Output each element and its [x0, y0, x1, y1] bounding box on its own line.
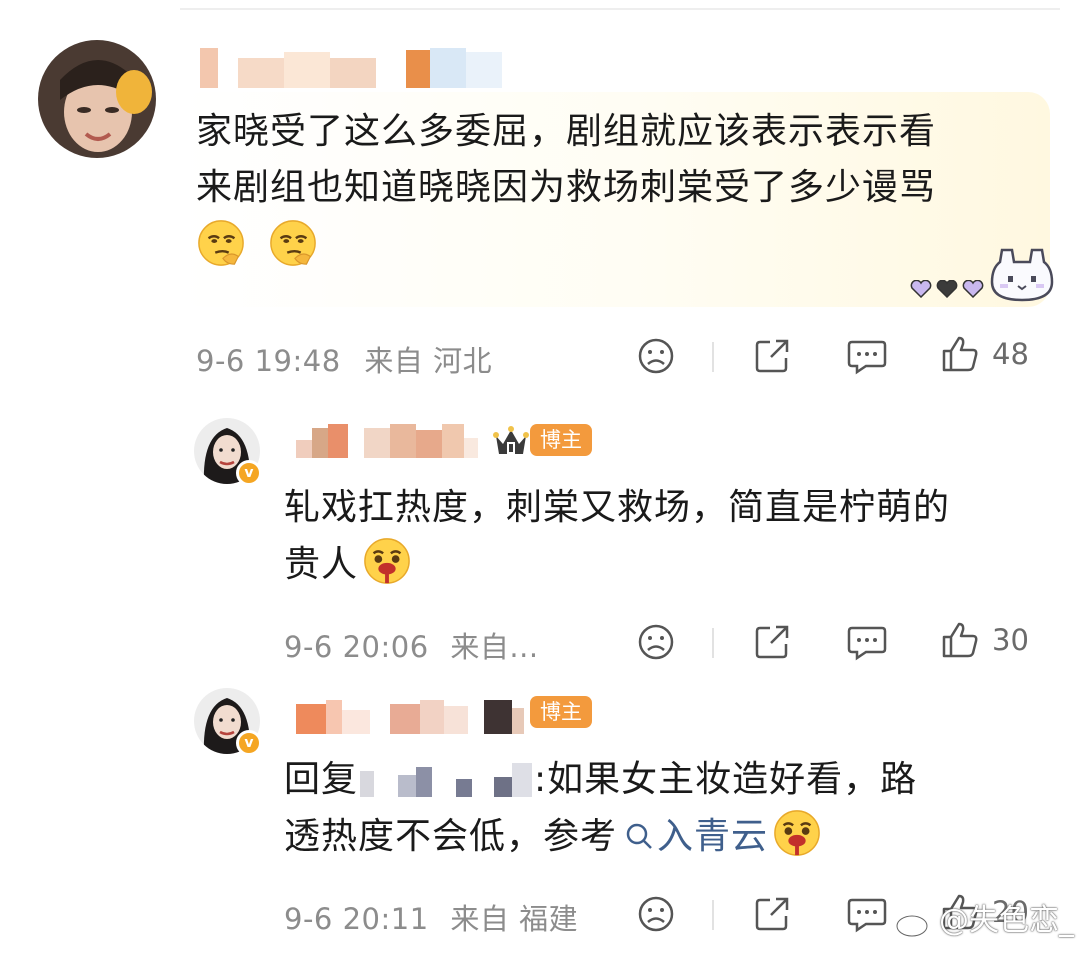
drooling-face-icon [364, 538, 410, 584]
dislike-button[interactable] [636, 622, 676, 662]
heart-icon [910, 280, 932, 298]
frown-face-icon [638, 896, 674, 932]
share-button[interactable] [752, 336, 792, 376]
reply-prefix: 回复 [284, 759, 359, 800]
smirk-hand-face-icon [198, 220, 244, 266]
share-button[interactable] [752, 894, 792, 934]
blurred-username[interactable] [296, 424, 478, 458]
dislike-button[interactable] [636, 336, 676, 376]
comment-meta: 9-6 20:11 来自 福建 [284, 896, 578, 938]
verified-badge: v [236, 730, 262, 756]
comment-time: 9-6 19:48 [196, 344, 341, 378]
comment-text-line: 轧戏扛热度，刺棠又救场，简直是柠萌的 [284, 487, 951, 528]
comment-text-line: 来剧组也知道晓晓因为救场刺棠受了多少谩骂 [196, 167, 937, 208]
comment-icon [847, 340, 887, 375]
action-divider [712, 628, 714, 658]
dislike-button[interactable] [636, 894, 676, 934]
comment-text-line: 透热度不会低，参考 [284, 816, 618, 857]
search-icon [626, 823, 652, 849]
share-icon [755, 625, 789, 659]
bubble-decoration-hearts [910, 280, 984, 298]
bunny-sticker-icon [990, 248, 1054, 302]
share-icon [755, 339, 789, 373]
comment-location: 来自... [450, 630, 539, 664]
blogger-badge: 博主 [530, 696, 592, 728]
smirk-hand-face-icon [270, 220, 317, 266]
share-icon [755, 897, 789, 931]
search-link-text: 入青云 [657, 816, 769, 857]
like-count: 30 [992, 623, 1029, 657]
comment-time: 9-6 20:11 [284, 902, 429, 936]
drooling-face-icon [774, 810, 820, 856]
frown-face-icon [638, 624, 674, 660]
comment-icon [847, 626, 887, 661]
blogger-badge: 博主 [530, 424, 592, 456]
comment-location: 来自 福建 [450, 902, 579, 936]
search-link[interactable]: 入青云 [617, 816, 768, 857]
reply-text: :如果女主妆造好看，路 [534, 759, 918, 800]
crown-level-icon [493, 426, 529, 454]
comment-text: 轧戏扛热度，刺棠又救场，简直是柠萌的 贵人 [284, 480, 1044, 593]
blurred-username[interactable] [296, 700, 524, 734]
heart-icon [962, 280, 984, 298]
verified-badge: v [236, 460, 262, 486]
heart-icon [936, 280, 958, 298]
blurred-reply-target[interactable] [360, 763, 533, 797]
comment-time: 9-6 20:06 [284, 630, 429, 664]
comment-meta: 9-6 20:06 来自... [284, 624, 539, 666]
action-divider [712, 342, 714, 372]
comment-button[interactable] [846, 336, 888, 376]
commenter-avatar[interactable] [38, 40, 156, 158]
blurred-username[interactable] [200, 48, 502, 88]
weibo-watermark: @失色恋_ [895, 895, 1074, 939]
watermark-text: @失色恋_ [939, 903, 1074, 938]
comment-icon [847, 898, 887, 933]
like-button[interactable]: 30 [940, 620, 1029, 660]
comment-text-line: 家晓受了这么多委屈，剧组就应该表示表示看 [196, 111, 937, 152]
like-button[interactable]: 48 [940, 334, 1029, 374]
comment-button[interactable] [846, 894, 888, 934]
weibo-logo-icon [895, 910, 933, 937]
thumbs-up-icon [942, 622, 978, 658]
comment-text: 家晓受了这么多委屈，剧组就应该表示表示看 来剧组也知道晓晓因为救场刺棠受了多少谩… [196, 104, 1046, 275]
like-count: 48 [992, 337, 1029, 371]
frown-face-icon [638, 338, 674, 374]
action-divider [712, 900, 714, 930]
comment-meta: 9-6 19:48 来自 河北 [196, 338, 492, 380]
top-divider [180, 8, 1060, 10]
share-button[interactable] [752, 622, 792, 662]
comment-text-line: 贵人 [284, 544, 359, 585]
comment-location: 来自 河北 [364, 344, 493, 378]
comment-button[interactable] [846, 622, 888, 662]
thumbs-up-icon [942, 336, 978, 372]
comment-text: 回复 :如果女主妆造好看，路 透热度不会低，参考 入青云 [284, 752, 1044, 865]
